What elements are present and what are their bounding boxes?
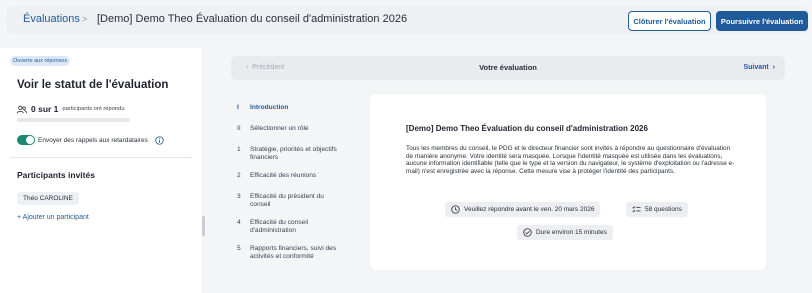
toc-label: Efficacité des réunions	[250, 172, 317, 179]
response-count-value: 0 sur 1	[31, 104, 59, 114]
toc-label: Efficacité du conseil d'administration	[250, 219, 309, 234]
toc-number: 3	[237, 193, 241, 200]
toc-item-introduction[interactable]: I Introduction	[237, 104, 340, 112]
divider	[10, 157, 191, 158]
duration-pill: Dure environ 15 minutes	[517, 225, 613, 240]
next-button[interactable]: Suivant ›	[743, 64, 775, 71]
toc-number: II	[237, 125, 241, 132]
participant-chip: Théo CAROLINE	[17, 192, 79, 205]
card-description: Tous les membres du conseil, le PDG et l…	[406, 145, 735, 176]
card-title: [Demo] Demo Theo Évaluation du conseil d…	[406, 124, 648, 133]
section-pager: ‹ Précédent Votre évaluation Suivant ›	[231, 56, 785, 80]
deadline-pill: Veuillez répondre avant le ven. 20 mars …	[445, 202, 601, 217]
toc-label: Sélectionner un rôle	[250, 125, 309, 132]
current-section-label: Votre évaluation	[479, 63, 537, 72]
add-participant-link[interactable]: + Ajouter un participant	[17, 214, 89, 221]
toc-item-role[interactable]: II Sélectionner un rôle	[237, 125, 340, 133]
toc-number: 5	[237, 245, 241, 252]
toc-item-board[interactable]: 4 Efficacité du conseil d'administration	[237, 219, 340, 235]
response-progress-bar	[17, 118, 130, 122]
introduction-card: [Demo] Demo Theo Évaluation du conseil d…	[370, 94, 766, 270]
toc-label: Rapports financiers, suivi des activités…	[250, 245, 337, 260]
toc-number: 2	[237, 172, 241, 179]
response-count-label: participants ont répondu	[62, 106, 125, 112]
clock-icon	[451, 205, 460, 214]
status-panel: Ouverte aux réponses Voir le statut de l…	[0, 48, 202, 293]
toc-item-meetings[interactable]: 2 Efficacité des réunions	[237, 172, 340, 180]
reminder-setting: Envoyer des rappels aux retardataires	[17, 135, 164, 145]
page-title: [Demo] Demo Theo Évaluation du conseil d…	[97, 13, 408, 25]
checklist-icon	[632, 206, 641, 213]
reminder-toggle[interactable]	[17, 135, 35, 145]
toc-number: I	[237, 104, 239, 111]
toc-number: 4	[237, 219, 241, 226]
toc-item-financial-reports[interactable]: 5 Rapports financiers, suivi des activit…	[237, 245, 340, 261]
breadcrumb-separator: >	[82, 14, 88, 24]
invited-participants-title: Participants invités	[17, 170, 95, 180]
deadline-text: Veuillez répondre avant le ven. 20 mars …	[464, 206, 595, 213]
close-evaluation-button[interactable]: Clôturer l'évaluation	[628, 11, 711, 31]
toc-label: Efficacité du président du conseil	[250, 193, 324, 208]
next-label: Suivant	[743, 64, 769, 71]
people-icon	[17, 105, 27, 113]
toc-item-president[interactable]: 3 Efficacité du président du conseil	[237, 193, 340, 209]
info-icon[interactable]	[155, 135, 164, 145]
reminder-label: Envoyer des rappels aux retardataires	[38, 136, 148, 144]
scrollbar-thumb[interactable]	[202, 216, 205, 236]
questions-pill: 58 questions	[626, 202, 688, 217]
response-count: 0 sur 1 participants ont répondu	[17, 104, 125, 114]
toc-number: 1	[237, 146, 241, 153]
duration-text: Dure environ 15 minutes	[536, 229, 607, 236]
top-bar: Évaluations > [Demo] Demo Theo Évaluatio…	[6, 6, 808, 34]
check-circle-icon	[523, 228, 532, 237]
toc-label: Stratégie, priorités et objectifs financ…	[250, 146, 337, 161]
questions-text: 58 questions	[645, 206, 682, 213]
breadcrumb-evaluations-link[interactable]: Évaluations	[23, 13, 80, 25]
status-title: Voir le statut de l'évaluation	[17, 79, 169, 91]
continue-evaluation-button[interactable]: Poursuivre l'évaluation	[716, 11, 808, 31]
status-badge: Ouverte aux réponses	[10, 56, 71, 66]
toc-item-strategy[interactable]: 1 Stratégie, priorités et objectifs fina…	[237, 146, 340, 162]
toc-label: Introduction	[250, 104, 289, 111]
